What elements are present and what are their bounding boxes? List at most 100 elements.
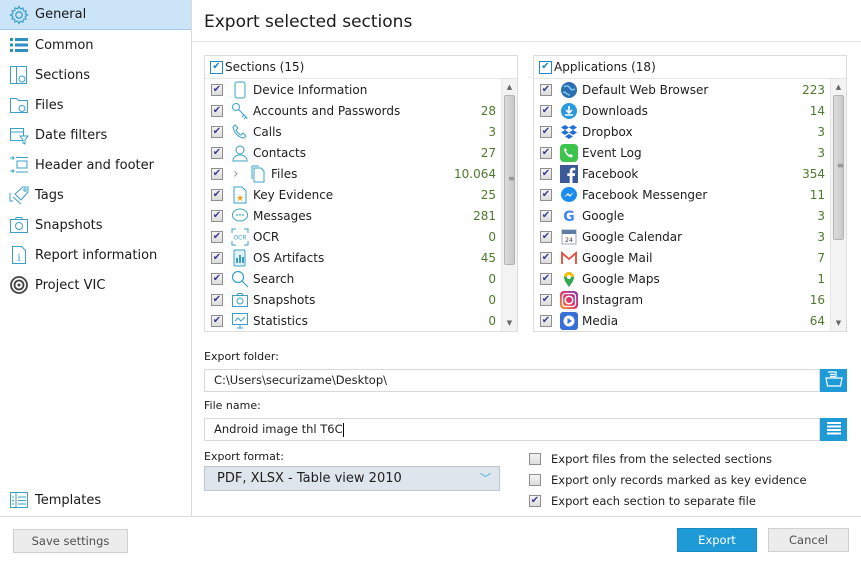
text-cursor [342, 422, 344, 437]
sidebar-item-snapshots[interactable]: Snapshots [0, 210, 191, 240]
item-checkbox[interactable]: ✔ [211, 146, 223, 159]
key-evidence-only-checkbox[interactable]: ✔ [529, 474, 541, 486]
export-folder-input[interactable]: C:\Users\securizame\Desktop\ [204, 369, 820, 392]
item-checkbox[interactable]: ✔ [540, 293, 552, 306]
statistics-icon [231, 312, 249, 330]
list-item[interactable]: ✔ Google Mail 7 [534, 247, 846, 268]
item-checkbox[interactable]: ✔ [540, 188, 552, 201]
sections-scrollbar[interactable]: ▲ ≡ ▼ [501, 79, 517, 331]
list-item[interactable]: ✔ Dropbox 3 [534, 121, 846, 142]
scroll-up-arrow-icon[interactable]: ▲ [502, 79, 517, 95]
list-item[interactable]: ✔ Contacts 27 [205, 142, 517, 163]
list-item[interactable]: ✔ Statistics 0 [205, 310, 517, 331]
item-checkbox[interactable]: ✔ [211, 251, 223, 264]
item-checkbox[interactable]: ✔ [540, 167, 552, 180]
separate-file-checkbox[interactable]: ✔ [529, 495, 541, 507]
file-name-input[interactable]: Android image thl T6C [204, 418, 820, 441]
item-checkbox[interactable]: ✔ [540, 272, 552, 285]
item-count: 64 [809, 313, 825, 328]
item-checkbox[interactable]: ✔ [540, 125, 552, 138]
list-item[interactable]: ✔ ★ Key Evidence 25 [205, 184, 517, 205]
item-label: Snapshots [253, 292, 316, 307]
item-count: 28 [480, 103, 496, 118]
item-label: Google Mail [582, 250, 653, 265]
applications-select-all-checkbox[interactable]: ✔ [539, 60, 552, 74]
export-files-checkbox[interactable]: ✔ [529, 453, 541, 465]
item-checkbox[interactable]: ✔ [211, 230, 223, 243]
file-name-menu-button[interactable] [820, 418, 847, 441]
sidebar-item-project-vic[interactable]: Project VIC [0, 270, 191, 300]
export-format-select[interactable]: PDF, XLSX - Table view 2010 ﹀ [204, 466, 500, 491]
item-checkbox[interactable]: ✔ [211, 188, 223, 201]
list-item[interactable]: ✔ Snapshots 0 [205, 289, 517, 310]
item-checkbox[interactable]: ✔ [540, 314, 552, 327]
list-item[interactable]: ✔ › Files 10.064 [205, 163, 517, 184]
list-item[interactable]: ✔ Search 0 [205, 268, 517, 289]
applications-scrollbar[interactable]: ▲ ≡ ▼ [830, 79, 846, 331]
sections-select-all-checkbox[interactable]: ✔ [210, 60, 223, 74]
item-checkbox[interactable]: ✔ [211, 209, 223, 222]
scroll-thumb[interactable]: ≡ [833, 95, 844, 240]
item-checkbox[interactable]: ✔ [540, 209, 552, 222]
google-calendar-icon: 24 [560, 228, 578, 246]
scroll-down-arrow-icon[interactable]: ▼ [831, 315, 846, 331]
list-item[interactable]: ✔ Google Maps 1 [534, 268, 846, 289]
scroll-down-arrow-icon[interactable]: ▼ [502, 315, 517, 331]
browse-folder-button[interactable] [820, 369, 847, 392]
sidebar-item-general[interactable]: General [0, 0, 191, 30]
sidebar-item-label: Date filters [35, 127, 108, 143]
list-item[interactable]: ✔ Calls 3 [205, 121, 517, 142]
list-item[interactable]: ✔ Default Web Browser 223 [534, 79, 846, 100]
footer: Save settings Export Cancel [0, 516, 861, 561]
key-evidence-icon: ★ [231, 186, 249, 204]
option-export-files[interactable]: ✔ Export files from the selected section… [529, 450, 772, 468]
list-item[interactable]: ✔ Instagram 16 [534, 289, 846, 310]
item-checkbox[interactable]: ✔ [540, 230, 552, 243]
item-count: 10.064 [454, 166, 496, 181]
list-item[interactable]: ✔ G Google 3 [534, 205, 846, 226]
sidebar-item-tags[interactable]: Tags [0, 180, 191, 210]
sidebar-item-common[interactable]: Common [0, 30, 191, 60]
sidebar-item-date-filters[interactable]: Date filters [0, 120, 191, 150]
item-checkbox[interactable]: ✔ [211, 167, 223, 180]
list-item[interactable]: ✔ Downloads 14 [534, 100, 846, 121]
option-label: Export files from the selected sections [551, 452, 773, 466]
list-item[interactable]: ✔ Messages 281 [205, 205, 517, 226]
sidebar-item-templates[interactable]: Templates [0, 485, 192, 515]
list-item[interactable]: ✔ Facebook Messenger 11 [534, 184, 846, 205]
option-key-evidence-only[interactable]: ✔ Export only records marked as key evid… [529, 471, 807, 489]
item-checkbox[interactable]: ✔ [540, 251, 552, 264]
option-separate-file[interactable]: ✔ Export each section to separate file [529, 492, 756, 510]
item-checkbox[interactable]: ✔ [540, 104, 552, 117]
save-settings-button[interactable]: Save settings [13, 529, 128, 553]
item-checkbox[interactable]: ✔ [211, 104, 223, 117]
item-checkbox[interactable]: ✔ [211, 272, 223, 285]
list-item[interactable]: ✔ Accounts and Passwords 28 [205, 100, 517, 121]
svg-text:G: G [563, 209, 575, 225]
list-item[interactable]: ✔ Event Log 3 [534, 142, 846, 163]
item-checkbox[interactable]: ✔ [540, 83, 552, 96]
sidebar-item-header-footer[interactable]: Header and footer [0, 150, 191, 180]
expand-chevron-icon[interactable]: › [233, 166, 241, 182]
item-checkbox[interactable]: ✔ [211, 125, 223, 138]
item-checkbox[interactable]: ✔ [540, 146, 552, 159]
item-checkbox[interactable]: ✔ [211, 314, 223, 327]
list-item[interactable]: ✔ Facebook 354 [534, 163, 846, 184]
google-icon: G [560, 207, 578, 225]
item-checkbox[interactable]: ✔ [211, 293, 223, 306]
sidebar-item-files[interactable]: Files [0, 90, 191, 120]
list-item[interactable]: ✔ OS Artifacts 45 [205, 247, 517, 268]
google-maps-icon [560, 270, 578, 288]
sidebar: General Common Sections Files Date filte… [0, 0, 192, 516]
scroll-thumb[interactable]: ≡ [504, 95, 515, 265]
export-button[interactable]: Export [677, 528, 757, 552]
sidebar-item-report-information[interactable]: i Report information [0, 240, 191, 270]
list-item[interactable]: ✔ 24 Google Calendar 3 [534, 226, 846, 247]
list-item[interactable]: ✔ Media 64 [534, 310, 846, 331]
scroll-up-arrow-icon[interactable]: ▲ [831, 79, 846, 95]
item-checkbox[interactable]: ✔ [211, 83, 223, 96]
sidebar-item-sections[interactable]: Sections [0, 60, 191, 90]
list-item[interactable]: ✔ Device Information [205, 79, 517, 100]
list-item[interactable]: ✔ OCR OCR 0 [205, 226, 517, 247]
cancel-button[interactable]: Cancel [768, 528, 849, 552]
